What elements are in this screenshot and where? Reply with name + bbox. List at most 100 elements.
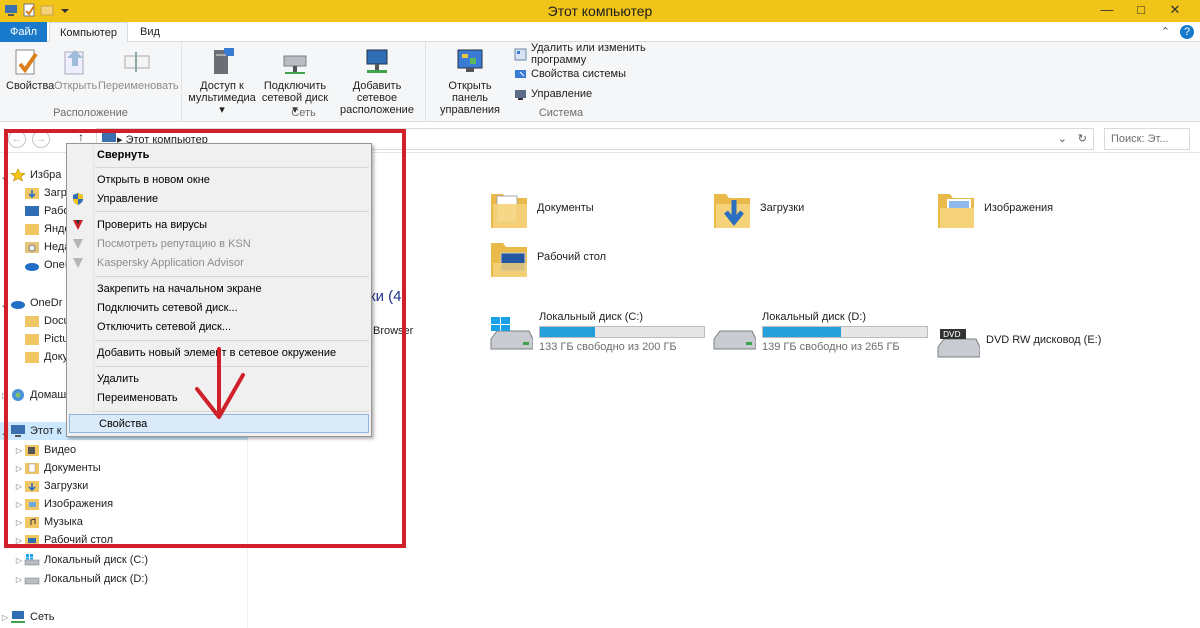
close-button[interactable]: ✕ [1158,2,1192,20]
expand-arrow-icon[interactable]: ▷ [14,446,24,455]
expand-arrow-icon[interactable]: ▷ [0,391,10,400]
nav-pc-item[interactable]: ▷ Документы [14,459,101,477]
nav-pc-item[interactable]: ▷ Локальный диск (C:) [14,551,148,569]
nav-onedrive-item[interactable]: Pictu [14,330,68,348]
nav-onedrive[interactable]: ◢ OneDr [0,294,62,312]
browser-item-label[interactable]: Browser [373,325,413,337]
menu-item-disconnect-drive[interactable]: Отключить сетевой диск... [68,318,370,337]
nav-homegroup[interactable]: ▷ Домаш [0,386,66,404]
menu-item-pin-start[interactable]: Закрепить на начальном экране [68,280,370,299]
folder-item[interactable]: Документы [489,186,594,230]
minimize-button[interactable]: — [1090,2,1124,20]
rename-button[interactable]: Переименовать [98,46,179,92]
documents-folder-icon [489,186,529,230]
search-input[interactable]: Поиск: Эт... [1104,128,1190,150]
back-button[interactable]: ← [8,130,26,148]
desktop-folder-icon [489,235,529,279]
network-drive-icon [279,46,311,78]
forward-button[interactable]: → [32,130,50,148]
group-label-location: Расположение [53,107,128,119]
expand-arrow-icon[interactable]: ◢ [0,171,10,180]
menu-item-collapse[interactable]: Свернуть [68,146,370,165]
folder-item[interactable]: Изображения [936,186,1053,230]
menu-item-ksn-reputation[interactable]: Посмотреть репутацию в KSN [68,235,370,254]
nav-fav-item[interactable]: Неда [14,238,70,256]
nav-fav-item[interactable]: Янде [14,220,71,238]
menu-item-manage[interactable]: Управление [68,190,370,209]
menu-item-kaspersky-advisor[interactable]: Kaspersky Application Advisor [68,254,370,273]
manage-button[interactable]: Управление [514,86,592,102]
menu-item-map-drive[interactable]: Подключить сетевой диск... [68,299,370,318]
up-button[interactable]: ↑ [78,130,84,144]
expand-arrow-icon[interactable]: ◢ [0,427,10,436]
menu-item-rename[interactable]: Переименовать [68,389,370,408]
folder-item[interactable]: Рабочий стол [489,235,606,279]
properties-button[interactable]: Свойства [6,46,54,92]
music-folder-icon [24,515,40,529]
nav-pc-item[interactable]: ▷ Загрузки [14,477,88,495]
window-title: Этот компьютер [547,3,653,19]
uninstall-program-button[interactable]: Удалить или изменить программу [514,42,696,66]
nav-fav-item[interactable]: Загр [14,184,67,202]
network-location-icon [361,46,393,78]
expand-arrow-icon[interactable]: ▷ [14,518,24,527]
folder-item[interactable]: Загрузки [712,186,804,230]
nav-fav-item[interactable]: Рабо [14,202,70,220]
expand-arrow-icon[interactable]: ▷ [14,500,24,509]
title-bar: Этот компьютер — □ ✕ [0,0,1200,22]
expand-arrow-icon[interactable]: ▷ [0,613,10,622]
nav-onedrive-item[interactable]: Доку [14,348,68,366]
menu-separator [95,276,369,277]
nav-pc-item[interactable]: ▷ Видео [14,441,76,459]
rename-icon [121,46,153,78]
help-button[interactable]: ? [1180,25,1194,39]
menu-item-add-network[interactable]: Добавить новый элемент в сетевое окружен… [68,344,370,363]
nav-pc-item[interactable]: ▷ Рабочий стол [14,531,113,549]
computer-icon [10,424,26,438]
expand-arrow-icon[interactable]: ▷ [14,482,24,491]
refresh-button[interactable]: ↻ [1078,132,1087,145]
expand-arrow-icon[interactable]: ◢ [0,299,10,308]
media-access-button[interactable]: Доступ к мультимедиа ▾ [186,46,258,116]
add-network-location-button[interactable]: Добавить сетевое расположение [332,46,422,116]
menu-separator [95,411,369,412]
menu-item-open-new-window[interactable]: Открыть в новом окне [68,171,370,190]
address-dropdown-button[interactable]: ⌄ [1058,132,1067,145]
star-icon [10,168,26,182]
nav-pc-item[interactable]: ▷ Изображения [14,495,113,513]
tab-file[interactable]: Файл [0,22,47,42]
control-panel-button[interactable]: Открыть панель управления [430,46,510,116]
menu-item-scan-virus[interactable]: Проверить на вирусы [68,216,370,235]
ribbon: Свойства Открыть Переименовать Расположе… [0,42,1200,122]
drive-usage-fill [763,327,841,337]
kaspersky-disabled-icon [72,257,84,269]
tab-view[interactable]: Вид [130,22,170,42]
system-properties-button[interactable]: Свойства системы [514,66,626,82]
drive-dvd[interactable]: DVD DVD RW дисковод (E:) [936,319,1101,361]
expand-arrow-icon[interactable]: ▷ [14,575,24,584]
pictures-folder-icon [24,497,40,511]
maximize-button[interactable]: □ [1124,2,1158,20]
drive-usage-bar [762,326,928,338]
desktop-icon [24,204,40,218]
nav-fav-item[interactable]: OneI [14,256,68,274]
expand-arrow-icon[interactable]: ▷ [14,464,24,473]
nav-network[interactable]: ▷ Сеть [0,608,54,626]
downloads-folder-icon [712,186,752,230]
drive-d[interactable]: Локальный диск (D:) 139 ГБ свободно из 2… [712,311,928,353]
tab-computer[interactable]: Компьютер [49,22,128,43]
nav-pc-item[interactable]: ▷ Локальный диск (D:) [14,570,148,588]
menu-item-delete[interactable]: Удалить [68,370,370,389]
ribbon-collapse-button[interactable]: ⌃ [1161,25,1170,39]
shield-icon [72,193,84,205]
nav-favorites[interactable]: ◢ Избра [0,166,61,184]
open-button[interactable]: Открыть [54,46,97,92]
drive-c[interactable]: Локальный диск (C:) 133 ГБ свободно из 2… [489,311,705,353]
expand-arrow-icon[interactable]: ▷ [14,556,24,565]
ribbon-group-location: Свойства Открыть Переименовать Расположе… [0,42,182,122]
map-network-drive-button[interactable]: Подключить сетевой диск ▾ [260,46,330,116]
nav-onedrive-item[interactable]: Docu [14,312,70,330]
nav-pc-item[interactable]: ▷ Музыка [14,513,83,531]
menu-item-properties[interactable]: Свойства [69,414,369,433]
expand-arrow-icon[interactable]: ▷ [14,536,24,545]
